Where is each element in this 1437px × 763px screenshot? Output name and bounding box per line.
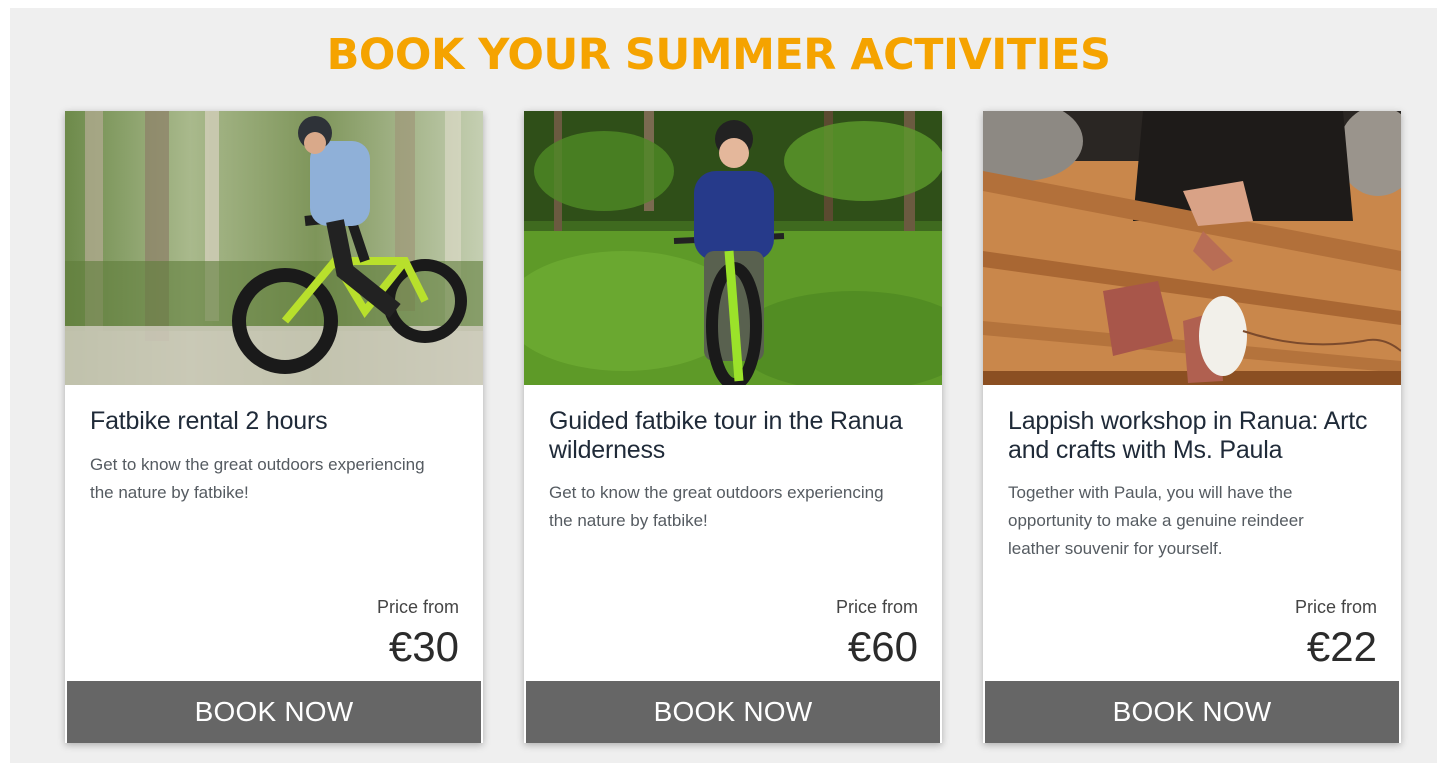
activity-photo[interactable] <box>983 111 1401 385</box>
activity-description: Get to know the great outdoors experienc… <box>549 483 884 530</box>
page-title: BOOK YOUR SUMMER ACTIVITIES <box>326 30 1111 80</box>
activity-card-fatbike-rental: Fatbike rental 2 hours Get to know the g… <box>65 111 483 743</box>
activity-title: Lappish workshop in Ranua: Artc and craf… <box>1008 407 1368 464</box>
book-now-button[interactable]: BOOK NOW <box>985 681 1399 743</box>
price-label: Price from <box>1294 597 1377 617</box>
price-value: €60 <box>847 623 918 670</box>
book-now-button[interactable]: BOOK NOW <box>526 681 940 743</box>
price-value: €22 <box>1306 623 1377 670</box>
activity-description: Get to know the great outdoors experienc… <box>90 455 425 502</box>
book-now-button[interactable]: BOOK NOW <box>67 681 481 743</box>
activity-photo[interactable] <box>65 111 483 385</box>
activity-photo[interactable] <box>524 111 942 385</box>
activity-title: Guided fatbike tour in the Ranua wildern… <box>549 407 903 464</box>
fatbike-rider-forest-photo <box>65 111 483 385</box>
leather-craft-workshop-photo <box>983 111 1401 385</box>
activity-title: Fatbike rental 2 hours <box>90 407 328 435</box>
price-label: Price from <box>835 597 918 617</box>
price-value: €30 <box>388 623 459 670</box>
activity-card-guided-fatbike-tour: Guided fatbike tour in the Ranua wildern… <box>524 111 942 743</box>
activity-description: Together with Paula, you will have the o… <box>1008 483 1304 558</box>
activity-card-lappish-workshop: Lappish workshop in Ranua: Artc and craf… <box>983 111 1401 743</box>
fatbike-girl-green-forest-photo <box>524 111 942 385</box>
price-label: Price from <box>376 597 459 617</box>
